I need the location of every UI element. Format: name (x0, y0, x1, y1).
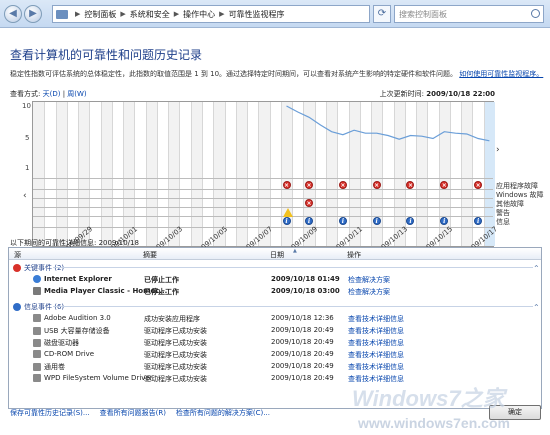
view-technical-details-link[interactable]: 查看技术详细信息 (348, 314, 404, 324)
info-event-icon[interactable]: i (338, 217, 347, 225)
breadcrumb-item[interactable]: 控制面板 (84, 9, 116, 20)
collapse-icon[interactable]: ⌃ (533, 303, 540, 312)
info-icon (13, 303, 21, 311)
driver-icon (33, 374, 41, 382)
info-event-icon[interactable]: i (474, 217, 483, 225)
disk-drive-icon (33, 339, 41, 347)
table-row[interactable]: Internet Explorer 已停止工作 2009/10/18 01:49… (9, 275, 541, 286)
table-row[interactable]: 磁盘驱动器 驱动程序已成功安装 2009/10/18 20:49 查看技术详细信… (9, 338, 541, 349)
table-row[interactable]: 通用卷 驱动程序已成功安装 2009/10/18 20:49 查看技术详细信息 (9, 362, 541, 373)
main-content: 查看计算机的可靠性和问题历史记录 稳定性指数可评估系统的总体稳定性，此指数的取值… (0, 29, 550, 435)
address-bar[interactable]: ▶ 控制面板 ▶ 系统和安全 ▶ 操作中心 ▶ 可靠性监视程序 (52, 5, 370, 23)
y-tick-label: 10 (22, 102, 31, 110)
page-description: 稳定性指数可评估系统的总体稳定性，此指数的取值范围是 1 到 10。通过选择特定… (10, 70, 544, 78)
collapse-icon[interactable]: ⌃ (533, 264, 540, 273)
grid-line (33, 178, 493, 179)
watermark-brand: Windows7之家 (352, 386, 508, 411)
reliability-chart: 10 5 1 ‹ › × × × × × × × × i i i i i i i 应用程序故障 Window… (10, 101, 543, 261)
grid-line (33, 227, 493, 228)
y-tick-label: 1 (25, 164, 30, 172)
info-event-icon[interactable]: i (282, 217, 291, 225)
internet-explorer-icon (33, 275, 41, 283)
view-all-reports-link[interactable]: 查看所有问题报告(R) (100, 408, 166, 418)
search-input[interactable]: 搜索控制面板 (394, 5, 544, 23)
app-failure-icon[interactable]: × (372, 181, 381, 189)
control-panel-icon (56, 9, 68, 19)
row-label-info: 信息 (496, 218, 510, 226)
view-by-day-link[interactable]: 天(D) (43, 90, 61, 98)
scroll-left-icon[interactable]: ‹ (23, 191, 27, 201)
info-event-icon[interactable]: i (305, 217, 314, 225)
forward-icon[interactable]: ▶ (24, 5, 42, 23)
app-failure-icon[interactable]: × (282, 181, 291, 189)
save-history-link[interactable]: 保存可靠性历史记录(S)... (10, 408, 90, 418)
column-header-summary[interactable]: 摘要 (143, 250, 157, 260)
check-all-solutions-link[interactable]: 检查所有问题的解决方案(C)... (176, 408, 270, 418)
usb-device-icon (33, 327, 41, 335)
error-icon (13, 264, 21, 272)
info-event-icon[interactable]: i (372, 217, 381, 225)
title-bar: ◀ ▶ ▶ 控制面板 ▶ 系统和安全 ▶ 操作中心 ▶ 可靠性监视程序 ⟳ 搜索… (0, 0, 550, 28)
app-failure-icon[interactable]: × (474, 181, 483, 189)
y-tick-label: 5 (25, 134, 30, 142)
last-updated: 上次更新时间: 2009/10/18 22:00 (379, 90, 495, 98)
media-player-icon (33, 287, 41, 295)
column-header-date[interactable]: 日期 (270, 250, 284, 260)
app-failure-icon[interactable]: × (305, 181, 314, 189)
help-link[interactable]: 如何使用可靠性监视程序。 (459, 70, 543, 78)
volume-icon (33, 363, 41, 371)
info-event-icon[interactable]: i (406, 217, 415, 225)
breadcrumb-item[interactable]: 操作中心 (183, 9, 215, 20)
breadcrumb-item[interactable]: 系统和安全 (130, 9, 170, 20)
view-by-week-link[interactable]: 周(W) (67, 90, 86, 98)
warning-icon[interactable] (282, 208, 293, 217)
grid-line (33, 216, 493, 217)
view-technical-details-link[interactable]: 查看技术详细信息 (348, 362, 404, 372)
table-row[interactable]: Adobe Audition 3.0 成功安装应用程序 2009/10/18 1… (9, 314, 541, 325)
table-row[interactable]: Media Player Classic - Homec... 已停止工作 20… (9, 287, 541, 298)
view-technical-details-link[interactable]: 查看技术详细信息 (348, 338, 404, 348)
scroll-right-icon[interactable]: › (496, 145, 500, 155)
table-row[interactable]: USB 大容量存储设备 驱动程序已成功安装 2009/10/18 20:49 查… (9, 326, 541, 337)
grid-line (33, 189, 493, 190)
view-technical-details-link[interactable]: 查看技术详细信息 (348, 326, 404, 336)
column-header-source[interactable]: 源 (14, 250, 21, 260)
cd-rom-icon (33, 350, 41, 358)
grid-line (33, 198, 493, 199)
group-critical-events[interactable]: 关键事件 (2) ⌃ (13, 263, 541, 273)
stability-index-line (286, 105, 490, 142)
group-info-events[interactable]: 信息事件 (6) ⌃ (13, 302, 541, 312)
back-icon[interactable]: ◀ (4, 5, 22, 23)
column-header-action[interactable]: 操作 (347, 250, 361, 260)
stability-line-chart (286, 105, 490, 142)
check-solution-link[interactable]: 检查解决方案 (348, 287, 390, 297)
watermark-url: www.windows7en.com (357, 415, 510, 431)
watermark-logo: Windows7之家 www.windows7en.com (352, 386, 510, 431)
grid-line (33, 207, 493, 208)
application-icon (33, 314, 41, 322)
check-solution-link[interactable]: 检查解决方案 (348, 275, 390, 285)
breadcrumb-item[interactable]: 可靠性监视程序 (229, 9, 285, 20)
app-failure-icon[interactable]: × (338, 181, 347, 189)
search-placeholder: 搜索控制面板 (399, 10, 447, 19)
search-icon[interactable] (531, 9, 540, 18)
refresh-icon[interactable]: ⟳ (373, 5, 391, 23)
app-failure-icon[interactable]: × (406, 181, 415, 189)
chart-grid[interactable]: × × × × × × × × i i i i i i i (32, 101, 495, 247)
other-failure-icon[interactable]: × (305, 199, 314, 207)
table-row[interactable]: CD-ROM Drive 驱动程序已成功安装 2009/10/18 20:49 … (9, 350, 541, 361)
view-technical-details-link[interactable]: 查看技术详细信息 (348, 350, 404, 360)
page-title: 查看计算机的可靠性和问题历史记录 (10, 48, 203, 62)
sort-arrow-icon: ▲ (293, 248, 297, 254)
table-header: 源 摘要 日期 ▲ 操作 (9, 248, 541, 260)
view-selector: 查看方式: 天(D) | 周(W) (10, 90, 87, 98)
